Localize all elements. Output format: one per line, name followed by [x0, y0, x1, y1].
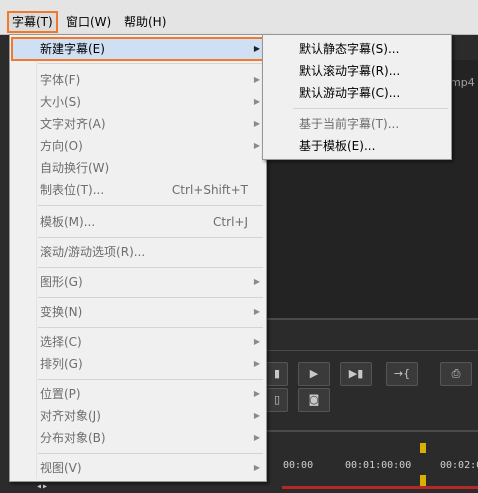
- menu-item-label: 分布对象(B): [40, 431, 106, 445]
- submenu-arrow-icon: ▶: [253, 337, 260, 346]
- work-area-bar: [282, 486, 478, 489]
- menu-item-position[interactable]: 位置(P) ▶: [12, 383, 264, 405]
- menu-separator: [38, 205, 263, 206]
- camera-icon[interactable]: ◙: [298, 388, 330, 412]
- export-frame-button[interactable]: ⎙: [440, 362, 472, 386]
- submenu-item-label: 默认滚动字幕(R)...: [299, 64, 401, 78]
- menu-separator: [38, 379, 263, 380]
- menu-item-label: 变换(N): [40, 305, 83, 319]
- menu-item-new-title[interactable]: 新建字幕(E) ▶: [11, 37, 265, 61]
- menu-item-select[interactable]: 选择(C) ▶: [12, 331, 264, 353]
- submenu-item-default-roll[interactable]: 默认滚动字幕(R)...: [265, 60, 449, 82]
- submenu-arrow-icon: ▶: [253, 141, 260, 150]
- step-forward-button[interactable]: ▶▮: [340, 362, 372, 386]
- menu-item-size[interactable]: 大小(S) ▶: [12, 91, 264, 113]
- menu-item-arrange[interactable]: 排列(G) ▶: [12, 353, 264, 375]
- menu-item-word-wrap[interactable]: 自动换行(W): [12, 157, 264, 179]
- submenu-item-label: 基于当前字幕(T)...: [299, 117, 400, 131]
- menu-item-label: 排列(G): [40, 357, 83, 371]
- menu-item-label: 选择(C): [40, 335, 82, 349]
- timeline-divider: [265, 430, 478, 432]
- menu-separator: [38, 63, 263, 64]
- menu-separator: [38, 453, 263, 454]
- submenu-arrow-icon: ▶: [253, 389, 260, 398]
- submenu-item-default-crawl[interactable]: 默认游动字幕(C)...: [265, 82, 449, 104]
- menu-title[interactable]: 字幕(T): [7, 11, 58, 33]
- menu-item-view[interactable]: 视图(V) ▶: [12, 457, 264, 479]
- menu-item-font[interactable]: 字体(F) ▶: [12, 69, 264, 91]
- menu-separator: [38, 297, 263, 298]
- menu-item-label: 方向(O): [40, 139, 83, 153]
- submenu-item-label: 默认游动字幕(C)...: [299, 86, 401, 100]
- menu-item-label: 大小(S): [40, 95, 81, 109]
- menu-item-transform[interactable]: 变换(N) ▶: [12, 301, 264, 323]
- menu-item-text-align[interactable]: 文字对齐(A) ▶: [12, 113, 264, 135]
- menu-item-label: 模板(M)...: [40, 215, 96, 229]
- menu-help[interactable]: 帮助(H): [120, 12, 170, 32]
- timecode-1: 00:01:00:00: [345, 460, 412, 471]
- submenu-item-based-on-template[interactable]: 基于模板(E)...: [265, 135, 449, 157]
- submenu-arrow-icon: ▶: [253, 97, 260, 106]
- monitor-filename-suffix: mp4: [450, 76, 475, 89]
- submenu-arrow-icon: ▶: [253, 277, 260, 286]
- menu-item-align-objects[interactable]: 对齐对象(J) ▶: [12, 405, 264, 427]
- menu-item-label: 文字对齐(A): [40, 117, 106, 131]
- timecode-0: 00:00: [283, 460, 314, 471]
- trim-button[interactable]: →{: [386, 362, 418, 386]
- track-toggle-icon[interactable]: ◂▸: [36, 481, 48, 492]
- extract-button[interactable]: ▯: [266, 388, 288, 412]
- submenu-arrow-icon: ▶: [253, 411, 260, 420]
- submenu-item-based-on-current[interactable]: 基于当前字幕(T)...: [265, 113, 449, 135]
- menu-item-label: 位置(P): [40, 387, 81, 401]
- menu-window[interactable]: 窗口(W): [62, 12, 115, 32]
- timecode-2: 00:02:0: [440, 460, 478, 471]
- menu-item-roll-crawl-options[interactable]: 滚动/游动选项(R)...: [12, 241, 264, 263]
- menu-item-orientation[interactable]: 方向(O) ▶: [12, 135, 264, 157]
- submenu-arrow-icon: ▶: [253, 463, 260, 472]
- submenu-arrow-icon: ▶: [253, 359, 260, 368]
- menu-item-templates[interactable]: 模板(M)... Ctrl+J: [12, 211, 264, 233]
- submenu-item-label: 基于模板(E)...: [299, 139, 376, 153]
- monitor-divider: [265, 318, 478, 320]
- menu-item-label: 自动换行(W): [40, 161, 110, 175]
- menu-item-label: 图形(G): [40, 275, 83, 289]
- menu-item-label: 滚动/游动选项(R)...: [40, 245, 146, 259]
- step-back-button[interactable]: ▮: [266, 362, 288, 386]
- menu-item-label: 制表位(T)...: [40, 183, 105, 197]
- timeline-marker: [420, 443, 426, 453]
- menu-item-label: 对齐对象(J): [40, 409, 101, 423]
- menu-item-distribute-objects[interactable]: 分布对象(B) ▶: [12, 427, 264, 449]
- menu-separator: [38, 237, 263, 238]
- submenu-item-label: 默认静态字幕(S)...: [299, 42, 400, 56]
- menu-item-shortcut: Ctrl+J: [213, 215, 248, 229]
- menu-item-label: 字体(F): [40, 73, 81, 87]
- submenu-arrow-icon: ▶: [253, 119, 260, 128]
- title-menu: 新建字幕(E) ▶ 字体(F) ▶ 大小(S) ▶ 文字对齐(A) ▶ 方向(O…: [9, 34, 267, 482]
- panel-divider: [265, 350, 478, 351]
- menu-item-tab-stops[interactable]: 制表位(T)... Ctrl+Shift+T: [12, 179, 264, 201]
- submenu-arrow-icon: ▶: [253, 307, 260, 316]
- play-button[interactable]: ▶: [298, 362, 330, 386]
- submenu-item-default-still[interactable]: 默认静态字幕(S)...: [265, 38, 449, 60]
- menu-bar: 字幕(T) 窗口(W) 帮助(H): [0, 0, 478, 35]
- menu-separator: [38, 267, 263, 268]
- menu-item-label: 新建字幕(E): [40, 42, 105, 56]
- submenu-separator: [293, 108, 448, 109]
- menu-item-label: 视图(V): [40, 461, 82, 475]
- menu-item-shortcut: Ctrl+Shift+T: [171, 183, 248, 197]
- menu-separator: [38, 327, 263, 328]
- menu-item-graphic[interactable]: 图形(G) ▶: [12, 271, 264, 293]
- new-title-submenu: 默认静态字幕(S)... 默认滚动字幕(R)... 默认游动字幕(C)... 基…: [262, 34, 452, 160]
- submenu-arrow-icon: ▶: [253, 75, 260, 84]
- submenu-arrow-icon: ▶: [253, 44, 260, 53]
- submenu-arrow-icon: ▶: [253, 433, 260, 442]
